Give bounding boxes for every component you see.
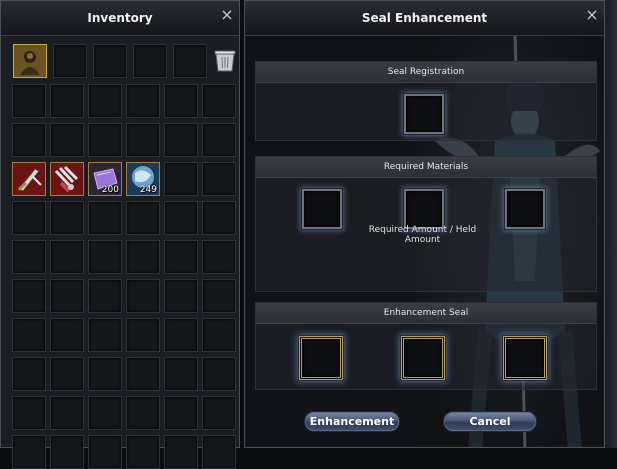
inventory-slot[interactable] — [50, 123, 84, 157]
cancel-button[interactable]: Cancel — [443, 411, 537, 432]
seal-registration-title: Seal Registration — [387, 67, 465, 77]
inventory-slot[interactable] — [202, 162, 236, 196]
item-quantity: 200 — [101, 185, 119, 195]
inventory-slot[interactable] — [202, 123, 236, 157]
inventory-slot[interactable] — [164, 357, 198, 391]
inventory-slot[interactable] — [126, 240, 160, 274]
seal-titlebar[interactable]: Seal Enhancement × — [245, 1, 604, 36]
seal-close-icon[interactable]: × — [585, 7, 599, 23]
enhancement-seal-title: Enhancement Seal — [383, 308, 469, 318]
inventory-slot[interactable] — [164, 123, 198, 157]
inventory-slot[interactable] — [12, 279, 46, 313]
inventory-slot[interactable] — [126, 123, 160, 157]
inventory-slot[interactable] — [12, 240, 46, 274]
inventory-slot[interactable] — [126, 201, 160, 235]
inventory-slot[interactable] — [12, 84, 46, 118]
inventory-slot[interactable] — [164, 396, 198, 430]
seal-registration-slot[interactable] — [404, 94, 444, 134]
equip-slot[interactable] — [173, 44, 207, 78]
inventory-close-icon[interactable]: × — [220, 7, 234, 23]
required-materials-title: Required Materials — [383, 162, 469, 172]
enhancement-seal-slot-2[interactable] — [401, 336, 445, 380]
required-amount-label: Required Amount / Held Amount — [368, 225, 477, 245]
inventory-slot[interactable] — [126, 357, 160, 391]
inventory-slot[interactable] — [50, 318, 84, 352]
inventory-slot[interactable] — [50, 201, 84, 235]
inventory-slot[interactable] — [12, 123, 46, 157]
enhancement-seal-slot-3[interactable] — [503, 336, 547, 380]
inventory-slot[interactable] — [50, 84, 84, 118]
crystal-material-icon[interactable]: 249 — [126, 162, 160, 196]
character-portrait-icon[interactable] — [13, 44, 47, 78]
material-slot-3[interactable] — [505, 189, 545, 229]
screen-edge — [605, 0, 617, 448]
purple-material-icon[interactable]: 200 — [88, 162, 122, 196]
inventory-slot[interactable] — [164, 162, 198, 196]
inventory-slot[interactable] — [202, 84, 236, 118]
inventory-slot[interactable] — [12, 357, 46, 391]
seal-enhancement-window: Seal Enhancement × Seal Registration Req… — [244, 0, 605, 448]
item-quantity: 249 — [139, 185, 157, 195]
inventory-slot[interactable] — [164, 279, 198, 313]
inventory-slot[interactable] — [88, 201, 122, 235]
sword-icon[interactable] — [12, 162, 46, 196]
inventory-slot[interactable] — [126, 279, 160, 313]
inventory-slot[interactable] — [12, 396, 46, 430]
material-slot-1[interactable] — [302, 189, 342, 229]
enhancement-seal-slot-1[interactable] — [299, 336, 343, 380]
inventory-title: Inventory — [87, 11, 153, 25]
equip-slot[interactable] — [133, 44, 167, 78]
enhancement-seal-section: Enhancement Seal — [255, 302, 597, 390]
inventory-slot[interactable] — [164, 318, 198, 352]
section-header: Enhancement Seal — [256, 303, 596, 324]
inventory-slot[interactable] — [88, 357, 122, 391]
inventory-slot[interactable] — [202, 240, 236, 274]
inventory-slot[interactable] — [50, 279, 84, 313]
inventory-slot[interactable] — [12, 318, 46, 352]
inventory-slot[interactable] — [164, 240, 198, 274]
equip-slot[interactable] — [93, 44, 127, 78]
inventory-slot[interactable] — [88, 84, 122, 118]
inventory-slot[interactable] — [50, 435, 84, 469]
inventory-slot[interactable] — [12, 201, 46, 235]
section-header: Required Materials — [256, 157, 596, 178]
inventory-slot[interactable] — [88, 396, 122, 430]
inventory-slot[interactable] — [164, 201, 198, 235]
inventory-slot[interactable] — [88, 123, 122, 157]
inventory-slot[interactable] — [202, 357, 236, 391]
inventory-window: Inventory × 200 249 — [0, 0, 240, 469]
inventory-slot[interactable] — [88, 240, 122, 274]
inventory-slot[interactable] — [50, 240, 84, 274]
inventory-slot[interactable] — [126, 435, 160, 469]
inventory-slot[interactable] — [88, 279, 122, 313]
inventory-slot[interactable] — [202, 396, 236, 430]
inventory-slot[interactable] — [164, 435, 198, 469]
material-slot-2[interactable] — [404, 189, 444, 229]
inventory-slot[interactable] — [126, 318, 160, 352]
required-materials-section: Required Materials — [255, 156, 597, 292]
inventory-slot[interactable] — [12, 435, 46, 469]
seal-registration-section: Seal Registration — [255, 61, 597, 141]
inventory-slot[interactable] — [202, 318, 236, 352]
inventory-slot[interactable] — [50, 396, 84, 430]
inventory-slot[interactable] — [126, 396, 160, 430]
inventory-slot[interactable] — [164, 84, 198, 118]
trash-icon[interactable] — [212, 47, 238, 73]
inventory-titlebar[interactable]: Inventory × — [1, 1, 239, 36]
inventory-slot[interactable] — [126, 84, 160, 118]
inventory-slot[interactable] — [50, 357, 84, 391]
equip-slot[interactable] — [53, 44, 87, 78]
inventory-slot[interactable] — [202, 201, 236, 235]
inventory-slot[interactable] — [88, 318, 122, 352]
section-header: Seal Registration — [256, 62, 596, 83]
inventory-slot[interactable] — [202, 435, 236, 469]
enhancement-button[interactable]: Enhancement — [304, 411, 400, 432]
inventory-slot[interactable] — [88, 435, 122, 469]
seal-title: Seal Enhancement — [361, 11, 488, 25]
claw-icon[interactable] — [50, 162, 84, 196]
inventory-slot[interactable] — [202, 279, 236, 313]
